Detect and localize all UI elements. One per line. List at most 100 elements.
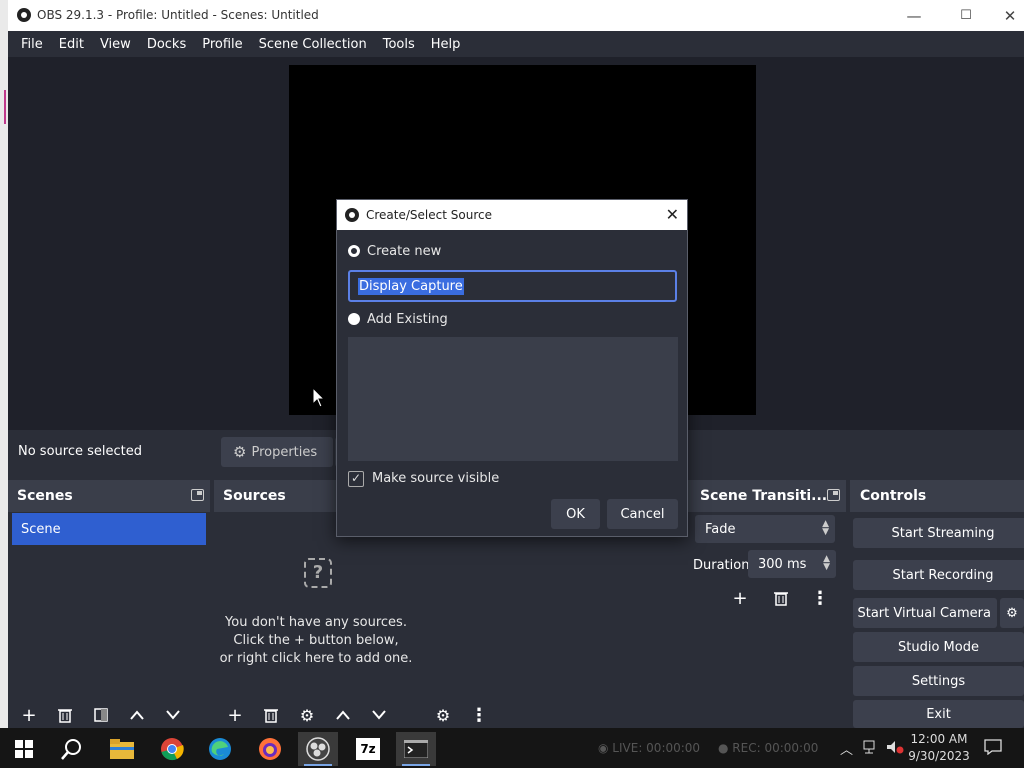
empty-line-3: or right click here to add one. <box>219 651 413 666</box>
make-visible-checkbox[interactable]: ✓ <box>348 471 364 487</box>
scene-list-item[interactable]: Scene <box>12 513 206 545</box>
menu-profile[interactable]: Profile <box>194 37 250 52</box>
source-name-value: Display Capture <box>358 278 464 295</box>
make-visible-label: Make source visible <box>372 471 500 486</box>
scene-transitions-dock: Scene Transiti... Fade ▲ ▼ Duration 300 m… <box>688 480 846 728</box>
7zip-icon[interactable]: 7z <box>348 732 388 766</box>
start-streaming-button[interactable]: Start Streaming <box>853 518 1024 548</box>
controls-dock: Controls Start Streaming Start Recording… <box>850 480 1024 728</box>
remove-source-icon[interactable] <box>260 704 282 726</box>
obs-taskbar-icon[interactable] <box>298 732 338 766</box>
settings-button[interactable]: Settings <box>853 666 1024 696</box>
tray-chevron-icon[interactable]: ︿ <box>840 739 853 758</box>
add-source-icon[interactable]: + <box>224 704 246 726</box>
start-recording-button[interactable]: Start Recording <box>853 560 1024 590</box>
create-new-radio[interactable] <box>348 245 360 257</box>
menu-docks[interactable]: Docks <box>139 37 194 52</box>
remove-scene-icon[interactable] <box>54 704 76 726</box>
volume-muted-icon[interactable] <box>886 740 904 757</box>
empty-line-1: You don't have any sources. <box>225 615 407 630</box>
properties-label: Properties <box>251 444 318 460</box>
no-source-label: No source selected <box>18 444 142 459</box>
empty-line-2: Click the + button below, <box>233 633 399 648</box>
scenes-header: Scenes <box>8 480 210 512</box>
float-dock-icon[interactable] <box>827 489 840 501</box>
add-scene-icon[interactable]: + <box>18 704 40 726</box>
create-select-source-dialog: Create/Select Source ✕ Create new Displa… <box>336 199 688 537</box>
windows-start-icon[interactable] <box>4 732 44 766</box>
live-timer: LIVE: 00:00:00 <box>612 741 701 755</box>
duration-value: 300 ms <box>758 557 807 572</box>
menu-help[interactable]: Help <box>423 37 469 52</box>
scenes-title: Scenes <box>17 488 73 504</box>
transition-select[interactable]: Fade ▲ ▼ <box>695 515 835 543</box>
create-new-label: Create new <box>367 244 442 259</box>
transition-menu-icon[interactable]: ⋮ <box>809 587 831 609</box>
window-titlebar: OBS 29.1.3 - Profile: Untitled - Scenes:… <box>8 0 1024 31</box>
source-name-input[interactable]: Display Capture <box>348 270 677 302</box>
clock[interactable]: 12:00 AM 9/30/2023 <box>906 731 972 765</box>
live-icon: ◉ <box>598 741 613 755</box>
firefox-icon[interactable] <box>250 732 290 766</box>
add-existing-label: Add Existing <box>367 312 448 327</box>
move-scene-up-icon[interactable] <box>126 704 148 726</box>
gear-icon: ⚙ <box>233 443 247 461</box>
add-transition-icon[interactable]: + <box>729 587 751 609</box>
float-dock-icon[interactable] <box>191 489 204 501</box>
transition-selected: Fade <box>705 522 736 537</box>
mixer-menu-icon[interactable]: ⋮ <box>468 704 490 726</box>
exit-button[interactable]: Exit <box>853 700 1024 728</box>
rec-timer: REC: 00:00:00 <box>732 741 819 755</box>
menu-scene-collection[interactable]: Scene Collection <box>251 37 375 52</box>
ok-button[interactable]: OK <box>551 499 600 529</box>
menu-bar: File Edit View Docks Profile Scene Colle… <box>8 31 1024 57</box>
minimize-button[interactable]: — <box>892 0 936 31</box>
no-sources-message[interactable]: You don't have any sources. Click the + … <box>214 614 418 668</box>
chrome-icon[interactable] <box>152 732 192 766</box>
dialog-titlebar: Create/Select Source ✕ <box>337 200 687 230</box>
properties-button[interactable]: ⚙ Properties <box>221 437 333 467</box>
source-properties-gear-icon[interactable]: ⚙ <box>296 704 318 726</box>
terminal-icon[interactable] <box>396 732 436 766</box>
move-source-up-icon[interactable] <box>332 704 354 726</box>
sources-title: Sources <box>223 488 286 504</box>
virtual-camera-settings-gear-icon[interactable]: ⚙ <box>1000 598 1024 628</box>
add-existing-radio[interactable] <box>348 313 360 325</box>
mouse-cursor-icon <box>312 387 326 408</box>
move-source-down-icon[interactable] <box>368 704 390 726</box>
maximize-button[interactable]: ☐ <box>944 0 988 31</box>
question-mark-icon: ? <box>304 558 332 588</box>
menu-edit[interactable]: Edit <box>51 37 92 52</box>
transitions-header: Scene Transiti... <box>688 480 846 512</box>
menu-file[interactable]: File <box>13 37 51 52</box>
rec-icon: ● <box>718 741 733 755</box>
rec-status: ● REC: 00:00:00 <box>718 741 818 755</box>
windows-taskbar: 7z ◉ LIVE: 00:00:00 ● REC: 00:00:00 ︿ 12… <box>0 728 1024 768</box>
scenes-toolbar: + <box>8 702 210 728</box>
live-status: ◉ LIVE: 00:00:00 <box>598 741 700 755</box>
notifications-icon[interactable] <box>984 739 1002 758</box>
remove-transition-icon[interactable] <box>770 587 792 609</box>
mixer-toolbar: ⚙ ⋮ <box>422 702 684 728</box>
duration-spinbox[interactable]: 300 ms ▲ ▼ <box>748 550 836 578</box>
existing-sources-list[interactable] <box>348 337 678 461</box>
desktop-edge <box>0 0 8 728</box>
move-scene-down-icon[interactable] <box>162 704 184 726</box>
network-icon[interactable] <box>863 740 879 757</box>
window-title: OBS 29.1.3 - Profile: Untitled - Scenes:… <box>37 8 319 22</box>
advanced-audio-gear-icon[interactable]: ⚙ <box>432 704 454 726</box>
studio-mode-button[interactable]: Studio Mode <box>853 632 1024 662</box>
scene-filters-icon[interactable] <box>90 704 112 726</box>
start-virtual-camera-button[interactable]: Start Virtual Camera <box>853 598 997 628</box>
search-icon[interactable] <box>52 732 92 766</box>
spin-arrows-icon: ▲ ▼ <box>823 554 830 572</box>
edge-icon[interactable] <box>200 732 240 766</box>
scenes-dock: Scenes Scene + <box>8 480 210 728</box>
dialog-close-icon[interactable]: ✕ <box>666 205 679 224</box>
cancel-button[interactable]: Cancel <box>607 499 678 529</box>
close-button[interactable]: ✕ <box>988 0 1024 31</box>
file-explorer-icon[interactable] <box>102 732 142 766</box>
menu-tools[interactable]: Tools <box>375 37 423 52</box>
menu-view[interactable]: View <box>92 37 139 52</box>
duration-label: Duration <box>693 558 750 573</box>
